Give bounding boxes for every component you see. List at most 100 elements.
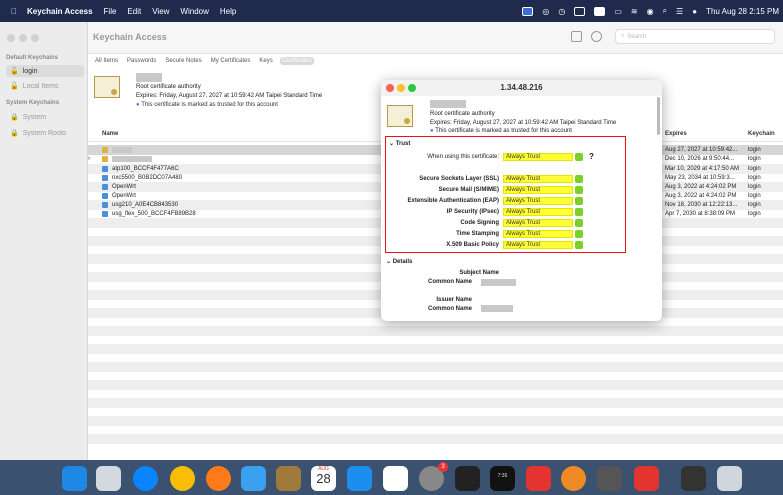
clock-app-time: 7:36 [497,473,508,479]
sidebar-item-system[interactable]: 🔒 System [6,111,84,123]
anydesk-icon[interactable] [526,466,551,491]
trust-row-smime: Secure Mail (S/MIME) Always Trust [386,185,583,194]
policy-select[interactable]: Always Trust [503,229,573,238]
policy-label: X.509 Basic Policy [446,241,499,248]
policy-select[interactable]: Always Trust [503,218,573,227]
tab-certificates[interactable]: Certificates [279,57,314,65]
dialog-cert-type: Root certificate authority [430,111,495,117]
compose-icon[interactable] [571,31,582,42]
info-icon[interactable] [591,31,602,42]
dock: AUG 28 3 7:36 [0,460,783,495]
redacted-name [481,305,513,312]
menu-view[interactable]: View [152,7,169,16]
reminders-icon[interactable] [383,466,408,491]
column-expires[interactable]: Expires [665,131,687,137]
menu-edit[interactable]: Edit [127,7,141,16]
certificate-icon [387,105,413,127]
calendar-icon[interactable]: AUG 28 [311,466,336,491]
policy-label: Secure Mail (S/MIME) [438,186,499,193]
row-keychain: login [748,184,761,190]
dialog-cert-trusted-text: This certificate is marked as trusted fo… [435,128,572,134]
sidebar-item-local-items[interactable]: 🔓 Local Items [6,80,84,92]
when-using-select[interactable]: Always Trust [503,152,573,161]
policy-select[interactable]: Always Trust [503,185,573,194]
scrollbar[interactable] [657,97,660,135]
row-keychain: login [748,166,761,172]
stepper-icon [575,152,583,161]
search-placeholder: Search [627,33,647,40]
menu-help[interactable]: Help [220,7,236,16]
policy-select[interactable]: Always Trust [503,207,573,216]
column-keychain[interactable]: Keychain [748,131,775,137]
redacted-name [136,73,162,82]
dialog-close-button[interactable] [386,84,394,92]
downloads-icon[interactable] [681,466,706,491]
stepper-icon [575,229,583,238]
mail-icon[interactable] [241,466,266,491]
policy-select[interactable]: Always Trust [503,240,573,249]
sidebar: Default Keychains 🔓 login 🔓 Local Items Sy… [0,22,88,460]
sidebar-item-label: Local Items [22,82,59,90]
trash-icon[interactable] [717,466,742,491]
tab-passwords[interactable]: Passwords [125,57,158,65]
trust-toggle[interactable]: ⌄ Trust [389,140,410,147]
column-name[interactable]: Name [102,131,118,137]
launchpad-icon[interactable] [96,466,121,491]
help-icon[interactable]: ? [589,152,594,161]
row-name: atp100_BCCF4F477A6C [112,166,179,172]
trust-row-x509: X.509 Basic Policy Always Trust [386,240,583,249]
terminal-icon[interactable] [455,466,480,491]
menu-window[interactable]: Window [180,7,208,16]
clock-app-icon[interactable]: 7:36 [490,466,515,491]
siri-icon[interactable]: ● [692,7,697,16]
status-icon-battery[interactable]: ▭ [614,7,622,16]
sidebar-item-system-roots[interactable]: 🔒 System Roots [6,127,84,139]
status-icon-clock[interactable]: ◷ [558,7,565,16]
chrome-icon[interactable] [170,466,195,491]
row-expires: Aug 27, 2027 at 10:59:42... [665,147,738,153]
policy-select[interactable]: Always Trust [503,174,573,183]
finder-icon[interactable] [62,466,87,491]
zoom-button[interactable] [31,34,39,42]
apple-icon[interactable]:  [11,7,17,16]
utility-icon[interactable] [597,466,622,491]
tab-secure-notes[interactable]: Secure Notes [163,57,203,65]
cert-type: Root certificate authority [136,84,201,90]
status-icon-input[interactable] [594,6,606,16]
search-input[interactable]: ⌕ Search [615,29,775,44]
menu-app-name[interactable]: Keychain Access [27,7,93,16]
vpn-icon[interactable] [561,466,586,491]
trust-row-ipsec: IP Security (IPsec) Always Trust [386,207,583,216]
control-center-icon[interactable]: ☰ [676,7,683,16]
search-icon-menubar[interactable]: ⌕ [663,6,667,16]
policy-select[interactable]: Always Trust [503,196,573,205]
safari-icon[interactable] [133,466,158,491]
tab-keys[interactable]: Keys [257,57,274,65]
tab-all-items[interactable]: All Items [93,57,120,65]
row-keychain: login [748,211,761,217]
certificate-icon [102,202,108,208]
tab-my-certificates[interactable]: My Certificates [209,57,253,65]
menu-file[interactable]: File [104,7,117,16]
status-icon-keyboard[interactable] [574,6,586,16]
redacted-name [430,100,466,108]
details-toggle[interactable]: ⌄ Details [386,258,412,265]
dialog-cert-expires: Expires: Friday, August 27, 2027 at 10:5… [430,120,617,126]
contacts-icon[interactable] [276,466,301,491]
dialog-minimize-button[interactable] [397,84,405,92]
minimize-button[interactable] [19,34,27,42]
app-store-icon[interactable] [347,466,372,491]
status-icon-screen[interactable] [522,6,534,16]
user-icon[interactable]: ◉ [647,7,654,16]
wifi-icon[interactable]: ≋ [631,7,638,16]
status-icon-network[interactable]: ◎ [542,7,549,16]
anydesk-icon-2[interactable] [634,466,659,491]
close-button[interactable] [7,34,15,42]
firefox-icon[interactable] [206,466,231,491]
menubar-clock[interactable]: Thu Aug 28 2:15 PM [706,7,779,16]
stepper-icon [575,185,583,194]
dialog-zoom-button[interactable] [408,84,416,92]
sidebar-item-login[interactable]: 🔓 login [6,65,84,77]
row-expires: Mar 10, 2029 at 4:17:50 AM [665,166,740,172]
policy-label: Extensible Authentication (EAP) [407,197,499,204]
